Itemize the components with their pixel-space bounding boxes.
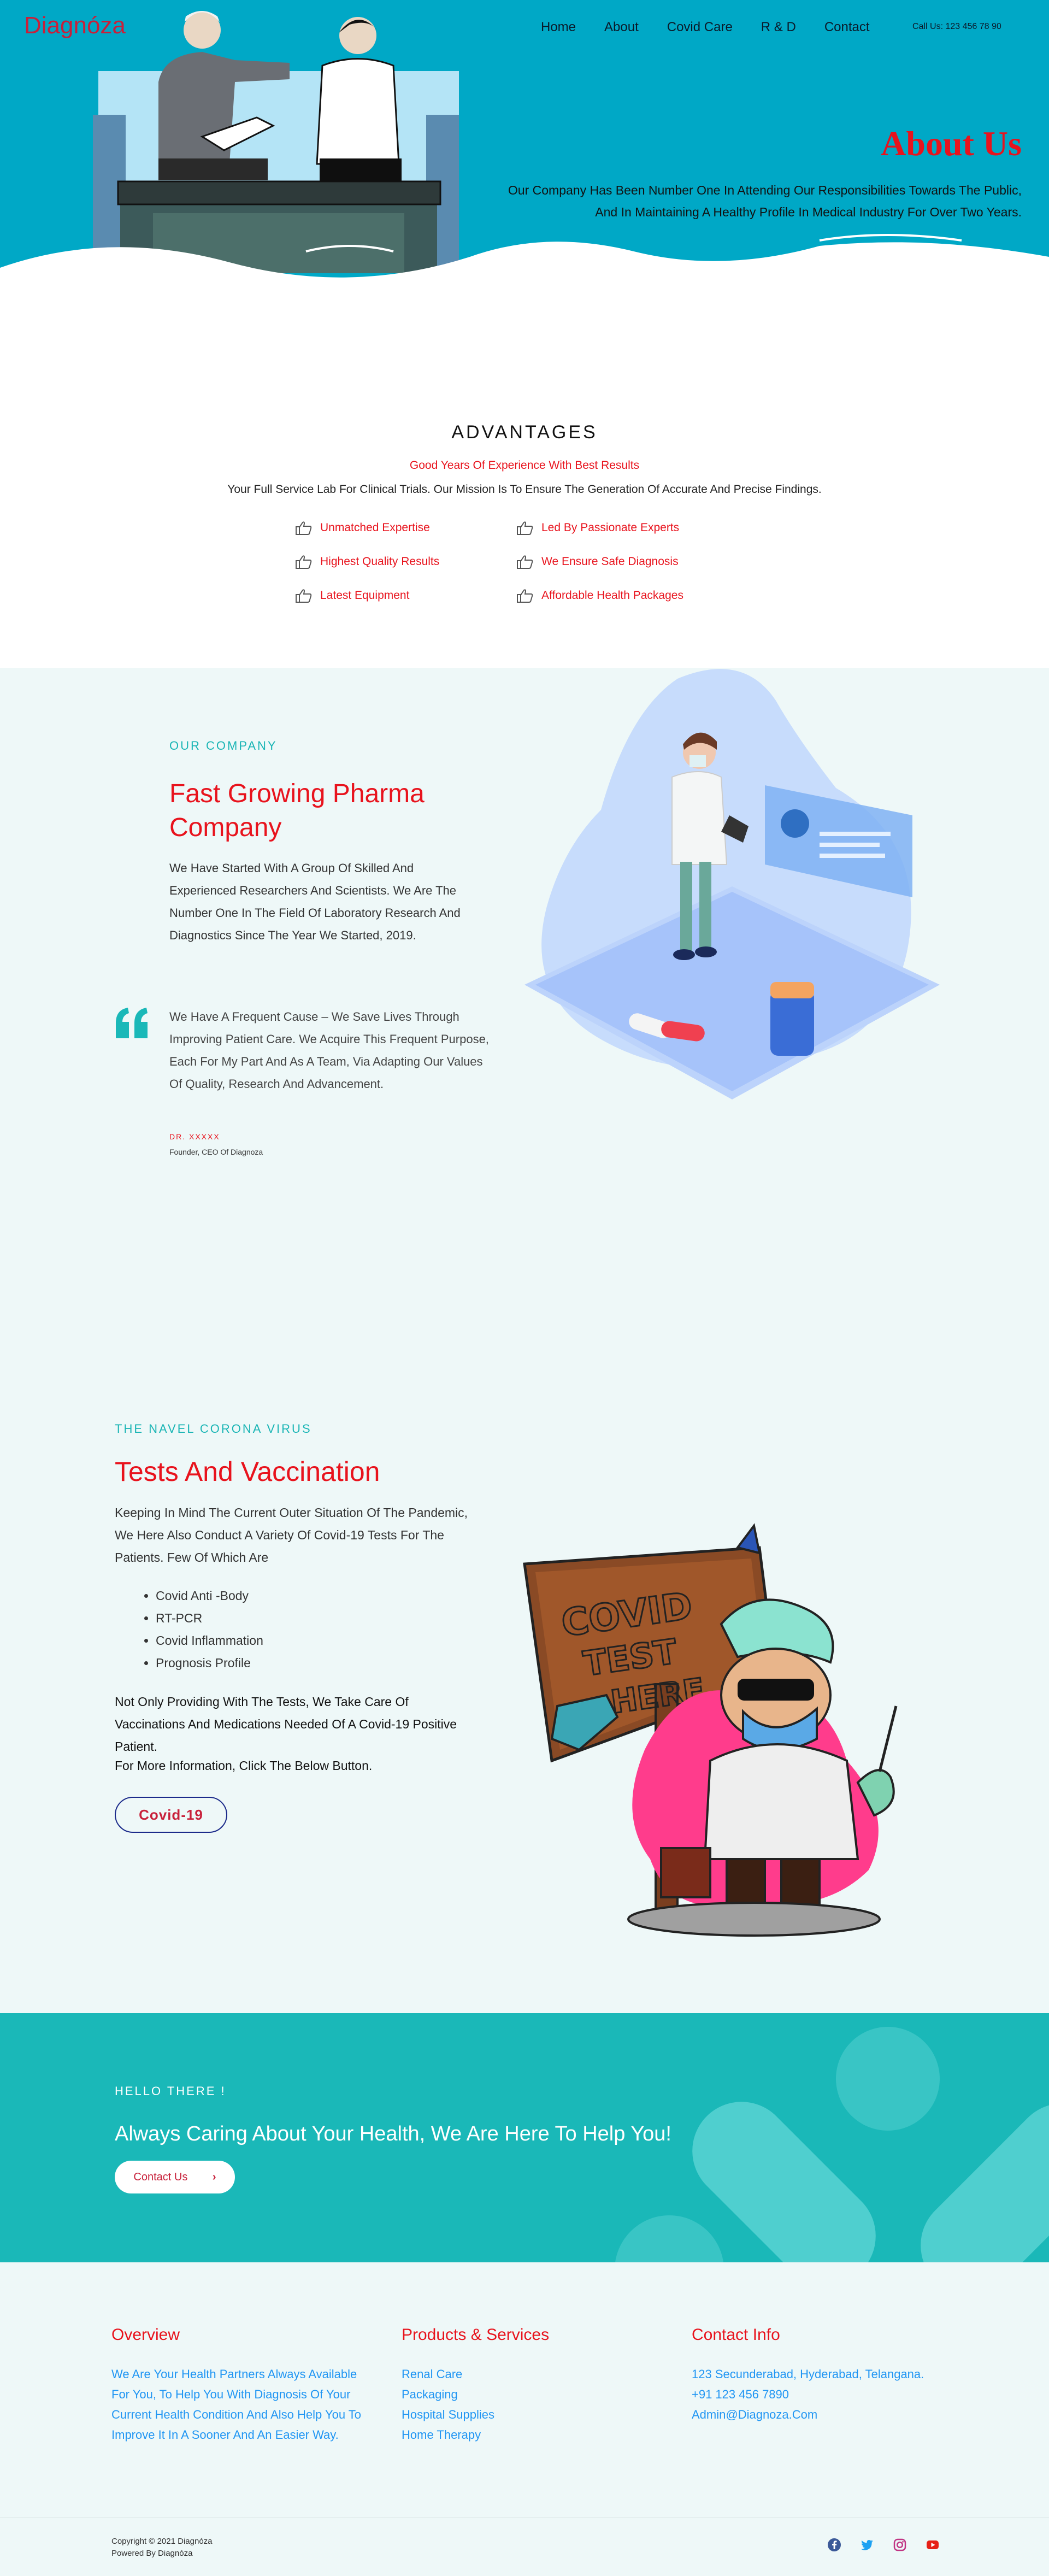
footer-link-renal-care[interactable]: Renal Care bbox=[402, 2364, 620, 2384]
advantage-label: Unmatched Expertise bbox=[320, 521, 430, 534]
list-item: We Ensure Safe Diagnosis bbox=[516, 553, 738, 571]
advantage-label: Highest Quality Results bbox=[320, 555, 440, 568]
brand-logo[interactable]: Diagnóza bbox=[24, 12, 126, 39]
footer-overview: Overview We Are Your Health Partners Alw… bbox=[111, 2326, 363, 2445]
thumbs-up-icon bbox=[517, 521, 533, 535]
list-item: Latest Equipment bbox=[295, 587, 516, 604]
advantage-label: Latest Equipment bbox=[320, 589, 410, 602]
advantages-list: Unmatched Expertise Led By Passionate Ex… bbox=[295, 519, 743, 604]
footer-link-home-therapy[interactable]: Home Therapy bbox=[402, 2425, 620, 2445]
powered-by-text: Powered By Diagnóza bbox=[111, 2549, 193, 2558]
footer-address: 123 Secunderabad, Hyderabad, Telangana. bbox=[692, 2367, 924, 2381]
footer-email[interactable]: Admin@Diagnoza.Com bbox=[692, 2404, 976, 2425]
quote-author: DR. XXXXX bbox=[169, 1132, 220, 1141]
social-links bbox=[827, 2538, 940, 2552]
hero-section: Diagnóza Home About Covid Care R & D Con… bbox=[0, 0, 1049, 306]
company-description: We Have Started With A Group Of Skilled … bbox=[169, 861, 461, 942]
nav-covid-care[interactable]: Covid Care bbox=[667, 20, 733, 35]
footer-overview-text: We Are Your Health Partners Always Avail… bbox=[111, 2367, 362, 2442]
list-item: Affordable Health Packages bbox=[516, 587, 738, 604]
footer-contact: Contact Info 123 Secunderabad, Hyderabad… bbox=[692, 2326, 976, 2425]
company-quote: We Have A Frequent Cause – We Save Lives… bbox=[169, 1010, 489, 1091]
nav-r-and-d[interactable]: R & D bbox=[761, 20, 796, 35]
youtube-icon[interactable] bbox=[926, 2538, 940, 2552]
lab-illustration bbox=[524, 669, 940, 1099]
advantage-label: We Ensure Safe Diagnosis bbox=[541, 555, 679, 568]
advantages-mission: Your Full Service Lab For Clinical Trial… bbox=[227, 483, 822, 496]
nav-contact[interactable]: Contact bbox=[824, 20, 870, 35]
footer-link-hospital-supplies[interactable]: Hospital Supplies bbox=[402, 2404, 620, 2425]
advantages-section: ADVANTAGES Good Years Of Experience With… bbox=[0, 306, 1049, 668]
footer-overview-title: Overview bbox=[111, 2326, 180, 2344]
thumbs-up-icon bbox=[517, 589, 533, 603]
list-item: Led By Passionate Experts bbox=[516, 519, 738, 537]
covid-tests-list: Covid Anti -Body RT-PCR Covid Inflammati… bbox=[156, 1585, 263, 1674]
covid-section: THE NAVEL CORONA VIRUS Tests And Vaccina… bbox=[0, 1258, 1049, 2013]
list-item: Prognosis Profile bbox=[156, 1652, 263, 1674]
copyright-text: Copyright © 2021 Diagnóza bbox=[111, 2537, 213, 2546]
call-us-text: Call Us: 123 456 78 90 bbox=[912, 22, 1001, 31]
quote-icon bbox=[116, 1008, 148, 1038]
about-text: Our Company Has Been Number One In Atten… bbox=[508, 183, 1022, 219]
list-item: Highest Quality Results bbox=[295, 553, 516, 571]
footer: Overview We Are Your Health Partners Alw… bbox=[0, 2262, 1049, 2576]
covid-test-illustration: COVID TEST HERE bbox=[523, 1523, 898, 1937]
list-item: Covid Inflammation bbox=[156, 1630, 263, 1652]
covid-description-2: Not Only Providing With The Tests, We Ta… bbox=[115, 1695, 457, 1754]
contact-us-label: Contact Us bbox=[133, 2171, 188, 2183]
facebook-icon[interactable] bbox=[827, 2538, 841, 2552]
footer-link-packaging[interactable]: Packaging bbox=[402, 2384, 620, 2404]
advantages-subtitle: Good Years Of Experience With Best Resul… bbox=[409, 459, 640, 472]
advantages-title: ADVANTAGES bbox=[451, 422, 598, 443]
covid-description: Keeping In Mind The Current Outer Situat… bbox=[115, 1505, 468, 1565]
nav-about[interactable]: About bbox=[604, 20, 639, 35]
footer-contact-title: Contact Info bbox=[692, 2326, 780, 2344]
thumbs-up-icon bbox=[296, 555, 312, 569]
main-nav: Home About Covid Care R & D Contact bbox=[541, 20, 898, 35]
thumbs-up-icon bbox=[517, 555, 533, 569]
list-item: Unmatched Expertise bbox=[295, 519, 516, 537]
advantage-label: Affordable Health Packages bbox=[541, 589, 683, 602]
cta-section: HELLO THERE ! Always Caring About Your H… bbox=[0, 2013, 1049, 2262]
page-title: About Us bbox=[881, 124, 1022, 163]
nav-home[interactable]: Home bbox=[541, 20, 576, 35]
wave-divider bbox=[0, 234, 1049, 306]
footer-products-title: Products & Services bbox=[402, 2326, 550, 2344]
cta-eyebrow: HELLO THERE ! bbox=[115, 2084, 226, 2098]
list-item: Covid Anti -Body bbox=[156, 1585, 263, 1607]
covid-eyebrow: THE NAVEL CORONA VIRUS bbox=[115, 1422, 312, 1436]
covid-title: Tests And Vaccination bbox=[115, 1456, 380, 1487]
thumbs-up-icon bbox=[296, 521, 312, 535]
thumbs-up-icon bbox=[296, 589, 312, 603]
contact-us-button[interactable]: Contact Us › bbox=[115, 2161, 235, 2193]
company-eyebrow: OUR COMPANY bbox=[169, 739, 278, 752]
footer-products: Products & Services Renal Care Packaging… bbox=[402, 2326, 620, 2445]
cta-title: Always Caring About Your Health, We Are … bbox=[115, 2122, 671, 2145]
quote-author-role: Founder, CEO Of Diagnoza bbox=[169, 1148, 263, 1156]
company-section: OUR COMPANY Fast Growing Pharma Company … bbox=[0, 668, 1049, 1258]
covid-description-3: For More Information, Click The Below Bu… bbox=[115, 1758, 373, 1773]
footer-divider bbox=[0, 2517, 1049, 2518]
instagram-icon[interactable] bbox=[893, 2538, 907, 2552]
chevron-right-icon: › bbox=[212, 2171, 216, 2183]
list-item: RT-PCR bbox=[156, 1607, 263, 1630]
footer-phone[interactable]: +91 123 456 7890 bbox=[692, 2384, 976, 2404]
advantage-label: Led By Passionate Experts bbox=[541, 521, 680, 534]
covid-19-button[interactable]: Covid-19 bbox=[115, 1797, 227, 1833]
twitter-icon[interactable] bbox=[860, 2538, 874, 2552]
company-title: Fast Growing Pharma Company bbox=[169, 779, 425, 842]
copyright: Copyright © 2021 Diagnóza Powered By Dia… bbox=[111, 2536, 213, 2560]
